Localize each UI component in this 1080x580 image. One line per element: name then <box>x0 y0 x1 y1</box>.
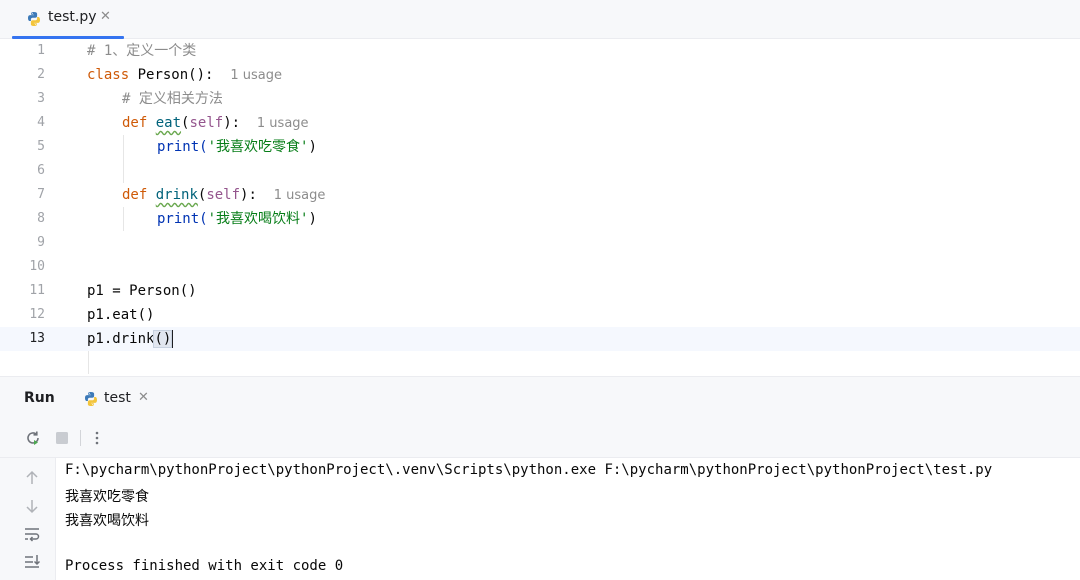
python-file-icon <box>28 12 40 26</box>
line-number: 13 <box>29 331 45 346</box>
code-line: 2 class Person(): 1 usage <box>0 63 1080 87</box>
punct: ) <box>308 139 317 155</box>
builtin-call: print( <box>157 211 208 227</box>
text-caret <box>171 330 174 348</box>
code-editor[interactable]: 1 # 1、定义一个类 2 class Person(): 1 usage 3 … <box>0 39 1080 374</box>
punct: ) <box>308 211 317 227</box>
run-title: Run <box>24 390 55 406</box>
code-line: 11 p1 = Person() <box>0 279 1080 303</box>
code-line: 4 def eat(self): 1 usage <box>0 111 1080 135</box>
run-tab-label: test <box>104 390 131 406</box>
code-line: 1 # 1、定义一个类 <box>0 39 1080 63</box>
code-text: p1 = Person() <box>87 283 197 299</box>
keyword: class <box>87 67 130 83</box>
code-line: 3 # 定义相关方法 <box>0 87 1080 111</box>
self-param: self <box>206 187 241 203</box>
more-vertical-icon[interactable] <box>87 428 107 448</box>
code-line: 9 <box>0 231 1080 255</box>
line-number: 10 <box>29 259 45 274</box>
keyword: def <box>122 187 148 203</box>
code-line: 8 print('我喜欢喝饮料') <box>0 207 1080 231</box>
rerun-icon[interactable] <box>23 428 43 448</box>
usage-hint[interactable]: 1 usage <box>230 68 282 83</box>
run-console[interactable]: F:\pycharm\pythonProject\pythonProject\.… <box>0 458 1080 580</box>
function-name: eat <box>155 115 182 131</box>
run-toolbar <box>0 419 1080 458</box>
line-number: 6 <box>37 163 45 178</box>
method-def: def drink(self): 1 usage <box>122 187 326 203</box>
line-number: 12 <box>29 307 45 322</box>
python-file-icon <box>85 392 97 406</box>
console-output-line: 我喜欢喝饮料 <box>65 513 149 529</box>
code-segment: p1.drink <box>87 331 155 347</box>
usage-hint[interactable]: 1 usage <box>274 188 326 203</box>
string-literal: '我喜欢喝饮料' <box>207 211 309 227</box>
console-sidebar <box>0 458 56 580</box>
line-number: 4 <box>37 115 45 130</box>
line-number: 5 <box>37 139 45 154</box>
stop-icon[interactable] <box>52 428 72 448</box>
soft-wrap-icon[interactable] <box>22 524 42 544</box>
code-line: 5 print('我喜欢吃零食') <box>0 135 1080 159</box>
console-exit-line: Process finished with exit code 0 <box>65 558 344 574</box>
tab-filename: test.py <box>48 9 97 25</box>
code-line: 7 def drink(self): 1 usage <box>0 183 1080 207</box>
code-text: p1.drink() <box>87 329 174 349</box>
matched-brackets: () <box>153 330 173 348</box>
arrow-up-icon[interactable] <box>22 468 42 488</box>
code-comment: # 1、定义一个类 <box>87 43 197 59</box>
run-tab-test[interactable]: test ✕ <box>80 387 160 411</box>
punct: ): <box>240 187 257 203</box>
class-name: Person <box>137 67 189 83</box>
scroll-to-end-icon[interactable] <box>22 552 42 572</box>
self-param: self <box>189 115 224 131</box>
line-number: 8 <box>37 211 45 226</box>
run-tool-window-header: Run test ✕ <box>0 376 1080 420</box>
string-literal: '我喜欢吃零食' <box>207 139 309 155</box>
line-number: 9 <box>37 235 45 250</box>
current-code-line: 13 p1.drink() <box>0 327 1080 351</box>
close-run-tab-icon[interactable]: ✕ <box>138 390 149 405</box>
code-line: 12 p1.eat() <box>0 303 1080 327</box>
editor-tab-bar: test.py ✕ <box>0 0 1080 39</box>
console-output-line: 我喜欢吃零食 <box>65 489 149 505</box>
code-text: p1.eat() <box>87 307 155 323</box>
code-line: 10 <box>0 255 1080 279</box>
function-name: drink <box>155 187 198 203</box>
punct: (): <box>188 67 214 83</box>
usage-hint[interactable]: 1 usage <box>257 116 309 131</box>
method-def: def eat(self): 1 usage <box>122 115 309 131</box>
line-number: 3 <box>37 91 45 106</box>
close-tab-icon[interactable]: ✕ <box>100 9 111 24</box>
line-number: 2 <box>37 67 45 82</box>
code-comment: # 定义相关方法 <box>122 91 223 107</box>
tab-test-py[interactable]: test.py ✕ <box>12 0 124 39</box>
class-def: class Person(): 1 usage <box>87 65 282 86</box>
builtin-call: print( <box>157 139 208 155</box>
line-number: 11 <box>29 283 45 298</box>
arrow-down-icon[interactable] <box>22 496 42 516</box>
line-number: 1 <box>37 43 45 58</box>
print-call: print('我喜欢吃零食') <box>157 137 317 157</box>
toolbar-divider <box>80 430 81 446</box>
line-number: 7 <box>37 187 45 202</box>
punct: ): <box>223 115 241 131</box>
keyword: def <box>122 115 148 131</box>
print-call: print('我喜欢喝饮料') <box>157 209 317 229</box>
console-command-line: F:\pycharm\pythonProject\pythonProject\.… <box>65 462 993 478</box>
code-line: 6 <box>0 159 1080 183</box>
